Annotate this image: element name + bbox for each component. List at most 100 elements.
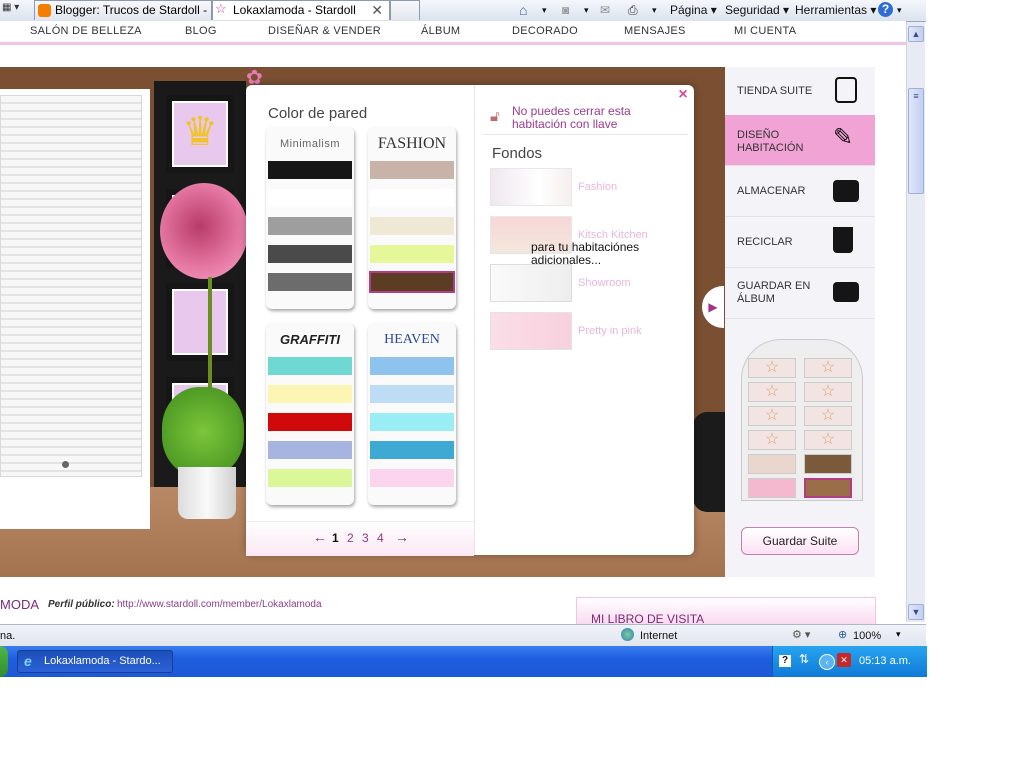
suite-room-star[interactable]: ☆ xyxy=(804,406,852,426)
stripe-2[interactable] xyxy=(268,385,352,403)
taskbar-window-ie[interactable]: e Lokaxlamoda - Stardo... xyxy=(17,650,173,673)
frame-pink[interactable] xyxy=(166,283,234,361)
zoom-icon[interactable]: ⊕ xyxy=(838,628,847,641)
elephant-statue[interactable] xyxy=(693,412,725,512)
stripe-4[interactable] xyxy=(370,441,454,459)
feeds-icon[interactable]: ◙ xyxy=(562,0,569,20)
feeds-dropdown-icon[interactable]: ▾ xyxy=(584,0,589,20)
stripe-4[interactable] xyxy=(370,245,454,263)
stripe-1[interactable] xyxy=(370,357,454,375)
menu-diseno-habitacion[interactable]: DISEÑO HABITACIÓN ✎ xyxy=(725,115,875,166)
vertical-scrollbar[interactable]: ▲ ≡ ▼ xyxy=(906,22,925,622)
suite-room-thumb[interactable] xyxy=(748,454,796,474)
nav-album[interactable]: ÁLBUM xyxy=(421,25,460,37)
suite-room-star[interactable]: ☆ xyxy=(748,382,796,402)
nav-salon[interactable]: SALÓN DE BELLEZA xyxy=(30,25,142,37)
tray-expand-icon[interactable]: ‹ xyxy=(819,654,835,670)
stripe-4[interactable] xyxy=(268,245,352,263)
stripe-3[interactable] xyxy=(370,217,454,235)
stripe-2[interactable] xyxy=(268,189,352,207)
suite-room-star[interactable]: ☆ xyxy=(748,430,796,450)
window-shutter[interactable] xyxy=(0,89,150,529)
page-1[interactable]: 1 xyxy=(332,531,339,545)
fondo-pink-label[interactable]: Pretty in pink xyxy=(578,325,642,337)
stripe-5[interactable] xyxy=(268,273,352,291)
tab-list-button[interactable]: ▦ ▾ xyxy=(2,2,30,18)
security-alert-icon[interactable]: ✕ xyxy=(837,653,851,667)
nav-disenar[interactable]: DISEÑAR & VENDER xyxy=(268,25,381,37)
fondo-showroom-thumb[interactable] xyxy=(490,264,572,302)
suite-room-thumb-current[interactable] xyxy=(804,478,852,498)
home-dropdown-icon[interactable]: ▾ xyxy=(542,0,547,20)
menu-reciclar[interactable]: RECICLAR xyxy=(725,217,875,268)
mail-icon[interactable]: ✉ xyxy=(600,0,610,20)
new-tab-button[interactable] xyxy=(390,0,420,20)
swatch-minimalism[interactable]: Minimalism xyxy=(266,127,354,309)
home-icon[interactable]: ⌂ xyxy=(519,0,527,20)
stripe-1[interactable] xyxy=(268,357,352,375)
menu-tienda-suite[interactable]: TIENDA SUITE xyxy=(725,67,875,116)
fondo-fashion-thumb[interactable] xyxy=(490,168,572,206)
public-profile-link[interactable]: http://www.stardoll.com/member/Lokaxlamo… xyxy=(117,599,322,610)
tab-stardoll[interactable]: ☆ Lokaxlamoda - Stardoll ✕ xyxy=(212,0,390,20)
zoom-level[interactable]: 100% xyxy=(853,630,881,642)
print-icon[interactable]: ⎙ xyxy=(628,0,638,20)
menu-almacenar[interactable]: ALMACENAR xyxy=(725,166,875,217)
network-icon[interactable]: ⇅ xyxy=(799,652,809,666)
protected-mode-icon[interactable]: ⚙ ▾ xyxy=(792,628,810,641)
close-tab-icon[interactable]: ✕ xyxy=(371,1,383,20)
suite-room-thumb[interactable] xyxy=(748,478,796,498)
stripe-3[interactable] xyxy=(370,413,454,431)
stripe-2[interactable] xyxy=(370,385,454,403)
tools-menu[interactable]: Herramientas ▾ xyxy=(795,0,876,20)
start-button[interactable] xyxy=(0,646,8,677)
swatch-fashion[interactable]: FASHION xyxy=(368,127,456,309)
rose-flower[interactable] xyxy=(160,183,248,279)
help-icon[interactable]: ? xyxy=(878,2,893,17)
tab-blogger[interactable]: Blogger: Trucos de Stardoll - ... xyxy=(34,0,212,20)
scroll-thumb[interactable]: ≡ xyxy=(908,88,924,194)
fondo-showroom-label[interactable]: Showroom xyxy=(578,277,631,289)
nav-decorado[interactable]: DECORADO xyxy=(512,25,578,37)
stripe-4[interactable] xyxy=(268,441,352,459)
suite-room-star[interactable]: ☆ xyxy=(804,358,852,378)
next-page-arrow[interactable]: → xyxy=(395,529,409,545)
stripe-3[interactable] xyxy=(268,217,352,235)
page-2[interactable]: 2 xyxy=(347,531,354,545)
print-dropdown-icon[interactable]: ▾ xyxy=(652,0,657,20)
help-dropdown-icon[interactable]: ▾ xyxy=(897,0,902,20)
stripe-1[interactable] xyxy=(268,161,352,179)
nav-mi-cuenta[interactable]: MI CUENTA xyxy=(734,25,796,37)
suite-room-star[interactable]: ☆ xyxy=(804,382,852,402)
menu-guardar-album[interactable]: GUARDAR EN ÁLBUM xyxy=(725,268,875,319)
frame-crown[interactable]: ♛ xyxy=(166,95,234,173)
help-tray-icon[interactable]: ? xyxy=(779,655,791,667)
suite-room-star[interactable]: ☆ xyxy=(748,406,796,426)
suite-room-star[interactable]: ☆ xyxy=(804,430,852,450)
stripe-5[interactable] xyxy=(370,469,454,487)
guestbook-box[interactable]: MI LIBRO DE VISITA xyxy=(576,597,876,626)
nav-blog[interactable]: BLOG xyxy=(185,25,217,37)
suite-room-thumb[interactable] xyxy=(804,454,852,474)
scroll-up-icon[interactable]: ▲ xyxy=(908,26,924,42)
swatch-graffiti[interactable]: GRAFFITI xyxy=(266,323,354,505)
suite-room-star[interactable]: ☆ xyxy=(748,358,796,378)
security-menu[interactable]: Seguridad ▾ xyxy=(725,0,789,20)
nav-mensajes[interactable]: MENSAJES xyxy=(624,25,686,37)
stripe-3[interactable] xyxy=(268,413,352,431)
stripe-5[interactable] xyxy=(268,469,352,487)
stripe-2[interactable] xyxy=(370,189,454,207)
save-suite-button[interactable]: Guardar Suite xyxy=(741,527,859,555)
page-4[interactable]: 4 xyxy=(377,531,384,545)
swatch-heaven[interactable]: HEAVEN xyxy=(368,323,456,505)
popup-close-icon[interactable]: × xyxy=(672,85,694,105)
scroll-down-icon[interactable]: ▼ xyxy=(908,604,924,620)
stripe-1[interactable] xyxy=(370,161,454,179)
page-menu[interactable]: Página ▾ xyxy=(670,0,717,20)
fondo-pink-thumb[interactable] xyxy=(490,312,572,350)
stripe-5-selected[interactable] xyxy=(369,271,455,293)
fondo-fashion-label[interactable]: Fashion xyxy=(578,181,617,193)
zoom-dropdown-icon[interactable]: ▾ xyxy=(896,629,901,640)
page-3[interactable]: 3 xyxy=(362,531,369,545)
prev-page-arrow[interactable]: ← xyxy=(313,529,327,545)
